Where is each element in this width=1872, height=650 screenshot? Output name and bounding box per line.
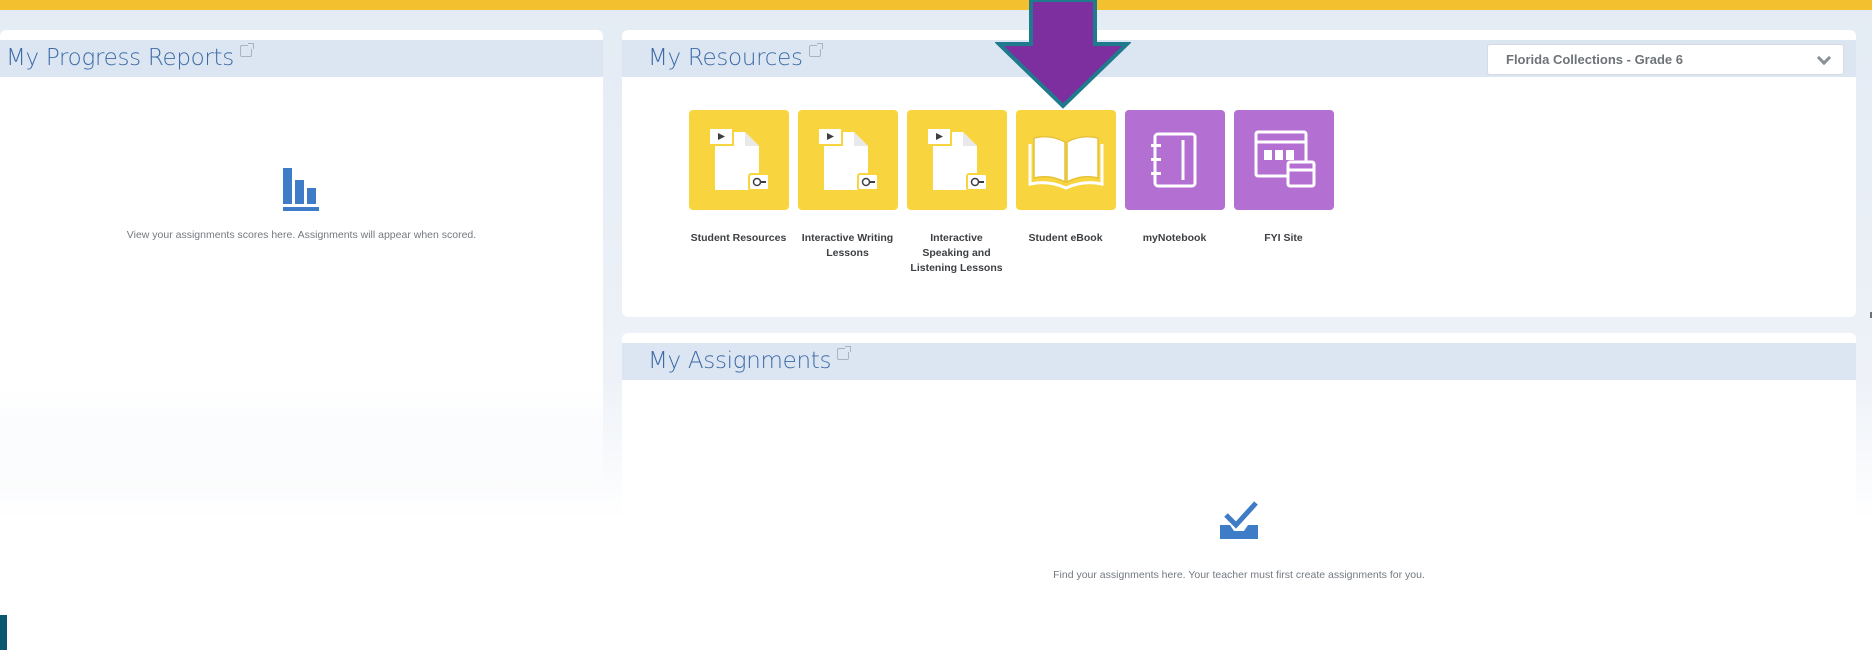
resources-title[interactable]: My Resources [648,40,803,77]
assignments-header: My Assignments [622,343,1856,380]
resource-label[interactable]: Student Resources [689,231,789,246]
progress-reports-panel: My Progress Reports View your assignment… [0,30,603,510]
resource-tile[interactable] [1124,110,1225,210]
resource-tile[interactable] [688,110,789,210]
document-video-icon [707,127,770,191]
resource-tile[interactable] [1233,110,1334,210]
chevron-down-icon [1816,50,1832,66]
assignments-empty-message: Find your assignments here. Your teacher… [1053,569,1425,581]
resource-label[interactable]: Student eBook [1016,231,1116,246]
website-icon [1254,130,1315,188]
resource-label[interactable]: Interactive Writing Lessons [798,231,898,261]
left-edge-marker [0,615,7,650]
external-link-icon[interactable] [837,346,852,360]
collection-select-value: Florida Collections - Grade 6 [1506,52,1683,67]
resource-student-resources[interactable]: Student Resources [684,110,793,276]
top-accent-bar [0,0,1872,10]
resource-tile[interactable] [1015,110,1116,210]
resource-fyi-site[interactable]: FYI Site [1229,110,1338,276]
progress-empty-message: View your assignments scores here. Assig… [126,229,477,241]
progress-reports-title[interactable]: My Progress Reports [6,40,234,77]
resource-tiles: Student Resources Interactive Writing Le… [684,110,1338,276]
external-link-icon[interactable] [808,43,823,57]
open-book-icon [1028,135,1103,190]
assignments-title[interactable]: My Assignments [648,343,831,380]
progress-reports-header: My Progress Reports [0,40,603,77]
assignments-panel: My Assignments Find your assignments her… [622,333,1856,650]
resource-student-ebook[interactable]: Student eBook [1011,110,1120,276]
resource-label[interactable]: Interactive Speaking and Listening Lesso… [907,231,1007,276]
external-link-icon[interactable] [239,43,254,57]
document-video-icon [816,127,879,191]
resource-interactive-speaking[interactable]: Interactive Speaking and Listening Lesso… [902,110,1011,276]
resource-label[interactable]: FYI Site [1234,231,1334,246]
resource-mynotebook[interactable]: myNotebook [1120,110,1229,276]
resource-tile[interactable] [906,110,1007,210]
bar-chart-icon [283,168,319,211]
resource-label[interactable]: myNotebook [1125,231,1225,246]
resources-panel: My Resources Florida Collections - Grade… [622,30,1856,317]
inbox-check-icon [1220,501,1258,539]
notebook-icon [1150,132,1196,188]
down-arrow-icon [995,0,1131,109]
resource-interactive-writing[interactable]: Interactive Writing Lessons [793,110,902,276]
collection-select[interactable]: Florida Collections - Grade 6 [1487,44,1844,75]
document-video-icon [925,127,988,191]
resource-tile[interactable] [797,110,898,210]
